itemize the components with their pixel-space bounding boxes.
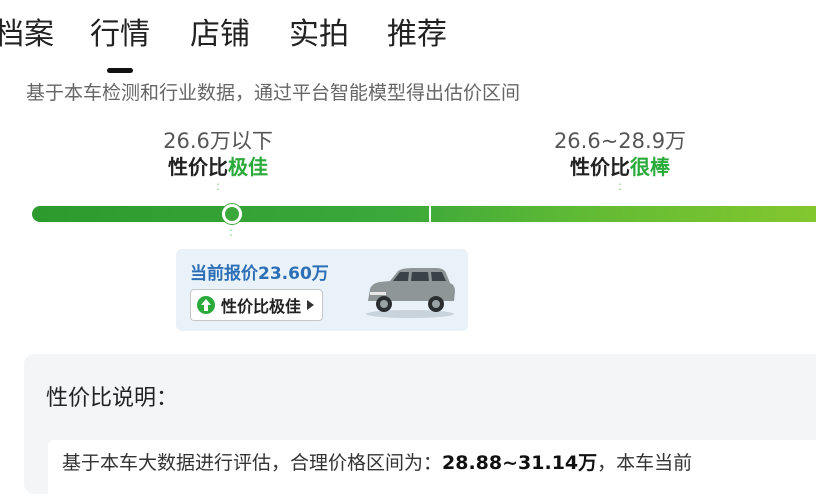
price-level-great: 26.6~28.9万 性价比很棒 :	[545, 128, 695, 192]
explanation-box: 基于本车大数据进行评估，合理价格区间为：28.88~31.14万，本车当前	[48, 440, 816, 500]
explanation-title: 性价比说明：	[46, 386, 179, 411]
current-price-text: 当前报价23.60万	[190, 264, 329, 284]
rating-prefix: 性价比	[570, 155, 630, 179]
current-price-card: 当前报价23.60万 性价比极佳	[176, 249, 468, 331]
tab-photos[interactable]: 实拍	[289, 14, 349, 56]
price-range-bar	[32, 206, 816, 222]
reasonable-price-range: 28.88~31.14万	[442, 452, 598, 474]
explanation-text: 基于本车大数据进行评估，合理价格区间为：28.88~31.14万，本车当前	[62, 448, 692, 475]
value-rating-label: 性价比极佳	[221, 297, 302, 316]
explanation-suffix: ，本车当前	[597, 452, 693, 474]
explanation-prefix: 基于本车大数据进行评估，合理价格区间为：	[62, 452, 443, 474]
rating-prefix: 性价比	[168, 155, 228, 179]
tab-store[interactable]: 店铺	[190, 14, 250, 56]
tab-recommend[interactable]: 推荐	[387, 14, 447, 56]
price-level-excellent: 26.6万以下 性价比极佳 :	[158, 128, 278, 192]
tab-market[interactable]: 行情	[90, 14, 150, 56]
price-level-range: 26.6~28.9万	[553, 129, 687, 153]
active-tab-indicator	[107, 68, 133, 73]
rating-highlight: 很棒	[630, 155, 670, 179]
rating-highlight: 极佳	[228, 155, 268, 179]
dotted-connector: :	[215, 179, 221, 193]
car-thumbnail	[366, 268, 455, 318]
price-level-range: 26.6万以下	[163, 129, 273, 153]
caret-right-icon	[307, 300, 315, 310]
value-explanation-panel: 性价比说明： 基于本车大数据进行评估，合理价格区间为：28.88~31.14万，…	[24, 354, 816, 500]
tab-archive[interactable]: 档案	[0, 14, 54, 56]
arrow-up-circle-icon	[197, 296, 215, 314]
value-rating-button[interactable]: 性价比极佳	[190, 289, 324, 321]
dotted-connector: :	[617, 179, 623, 193]
price-level-rating: 性价比极佳	[158, 154, 278, 180]
range-divider	[429, 204, 431, 224]
dotted-connector: :	[229, 225, 234, 239]
valuation-description: 基于本车检测和行业数据，通过平台智能模型得出估价区间	[26, 82, 521, 104]
price-level-rating: 性价比很棒	[545, 154, 695, 180]
current-price-marker	[222, 204, 242, 224]
